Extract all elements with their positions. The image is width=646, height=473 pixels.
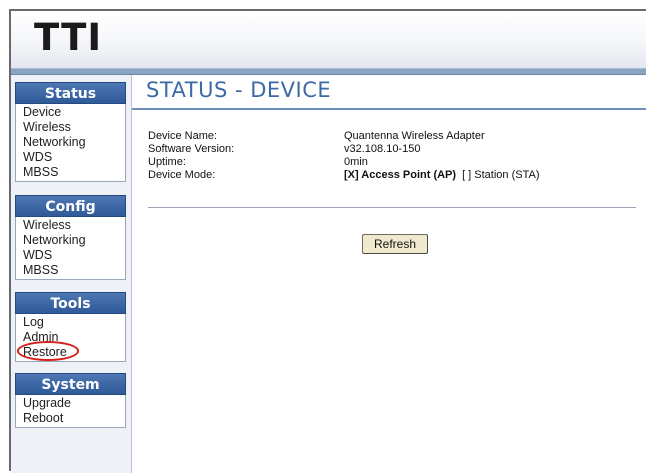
refresh-button[interactable]: Refresh <box>362 234 428 254</box>
info-row-uptime: Uptime: 0min <box>148 156 546 169</box>
page-title: STATUS - DEVICE <box>146 78 332 102</box>
info-divider <box>148 207 636 208</box>
sidebar-item-tools-restore[interactable]: Restore <box>23 345 67 359</box>
sidebar-item-tools-admin[interactable]: Admin <box>23 330 125 345</box>
mode-option-ap: [X] Access Point (AP) <box>344 169 457 181</box>
device-info-table: Device Name: Quantenna Wireless Adapter … <box>148 130 546 182</box>
sidebar-item-status-wds[interactable]: WDS <box>23 150 125 165</box>
app-frame: TTI Status Device Wireless Networking WD… <box>9 9 646 473</box>
info-row-device-name: Device Name: Quantenna Wireless Adapter <box>148 130 546 143</box>
nav-list-tools: Log Admin Restore <box>15 314 126 362</box>
sidebar-item-system-reboot[interactable]: Reboot <box>23 411 125 426</box>
sidebar-item-status-device[interactable]: Device <box>23 105 125 120</box>
sidebar-item-config-networking[interactable]: Networking <box>23 233 125 248</box>
header-divider <box>11 68 646 75</box>
nav-section-tools: Tools Log Admin Restore <box>15 292 126 362</box>
nav-section-status: Status Device Wireless Networking WDS MB… <box>15 82 126 182</box>
nav-header-system: System <box>15 373 126 395</box>
sidebar-item-config-wds[interactable]: WDS <box>23 248 125 263</box>
info-label: Uptime: <box>148 156 186 168</box>
mode-option-sta: [ ] Station (STA) <box>462 169 540 181</box>
nav-section-config: Config Wireless Networking WDS MBSS <box>15 195 126 280</box>
info-value: Quantenna Wireless Adapter <box>344 130 485 142</box>
sidebar-item-system-upgrade[interactable]: Upgrade <box>23 396 125 411</box>
sidebar-item-config-wireless[interactable]: Wireless <box>23 218 125 233</box>
sidebar-item-config-mbss[interactable]: MBSS <box>23 263 125 278</box>
info-value: 0min <box>344 156 368 168</box>
sidebar-item-status-mbss[interactable]: MBSS <box>23 165 125 180</box>
nav-header-tools: Tools <box>15 292 126 314</box>
device-mode-value: [X] Access Point (AP) [ ] Station (STA) <box>344 169 546 182</box>
title-divider <box>132 108 646 110</box>
info-label: Software Version: <box>148 143 235 155</box>
info-row-software-version: Software Version: v32.108.10-150 <box>148 143 546 156</box>
nav-list-status: Device Wireless Networking WDS MBSS <box>15 104 126 182</box>
sidebar-item-tools-log[interactable]: Log <box>23 315 125 330</box>
sidebar-item-tools-restore-row: Restore <box>17 341 125 361</box>
sidebar-item-status-networking[interactable]: Networking <box>23 135 125 150</box>
info-label: Device Mode: <box>148 169 216 181</box>
main-content: STATUS - DEVICE Device Name: Quantenna W… <box>132 75 646 471</box>
nav-list-system: Upgrade Reboot <box>15 395 126 428</box>
sidebar: Status Device Wireless Networking WDS MB… <box>11 75 132 473</box>
brand-logo: TTI <box>34 16 103 59</box>
nav-header-config: Config <box>15 195 126 217</box>
restore-highlight: Restore <box>17 341 79 361</box>
nav-header-status: Status <box>15 82 126 104</box>
header: TTI <box>11 11 646 68</box>
info-value: v32.108.10-150 <box>344 143 421 155</box>
nav-list-config: Wireless Networking WDS MBSS <box>15 217 126 280</box>
nav-section-system: System Upgrade Reboot <box>15 373 126 428</box>
sidebar-item-status-wireless[interactable]: Wireless <box>23 120 125 135</box>
info-label: Device Name: <box>148 130 218 142</box>
info-row-device-mode: Device Mode: [X] Access Point (AP) [ ] St… <box>148 169 546 182</box>
